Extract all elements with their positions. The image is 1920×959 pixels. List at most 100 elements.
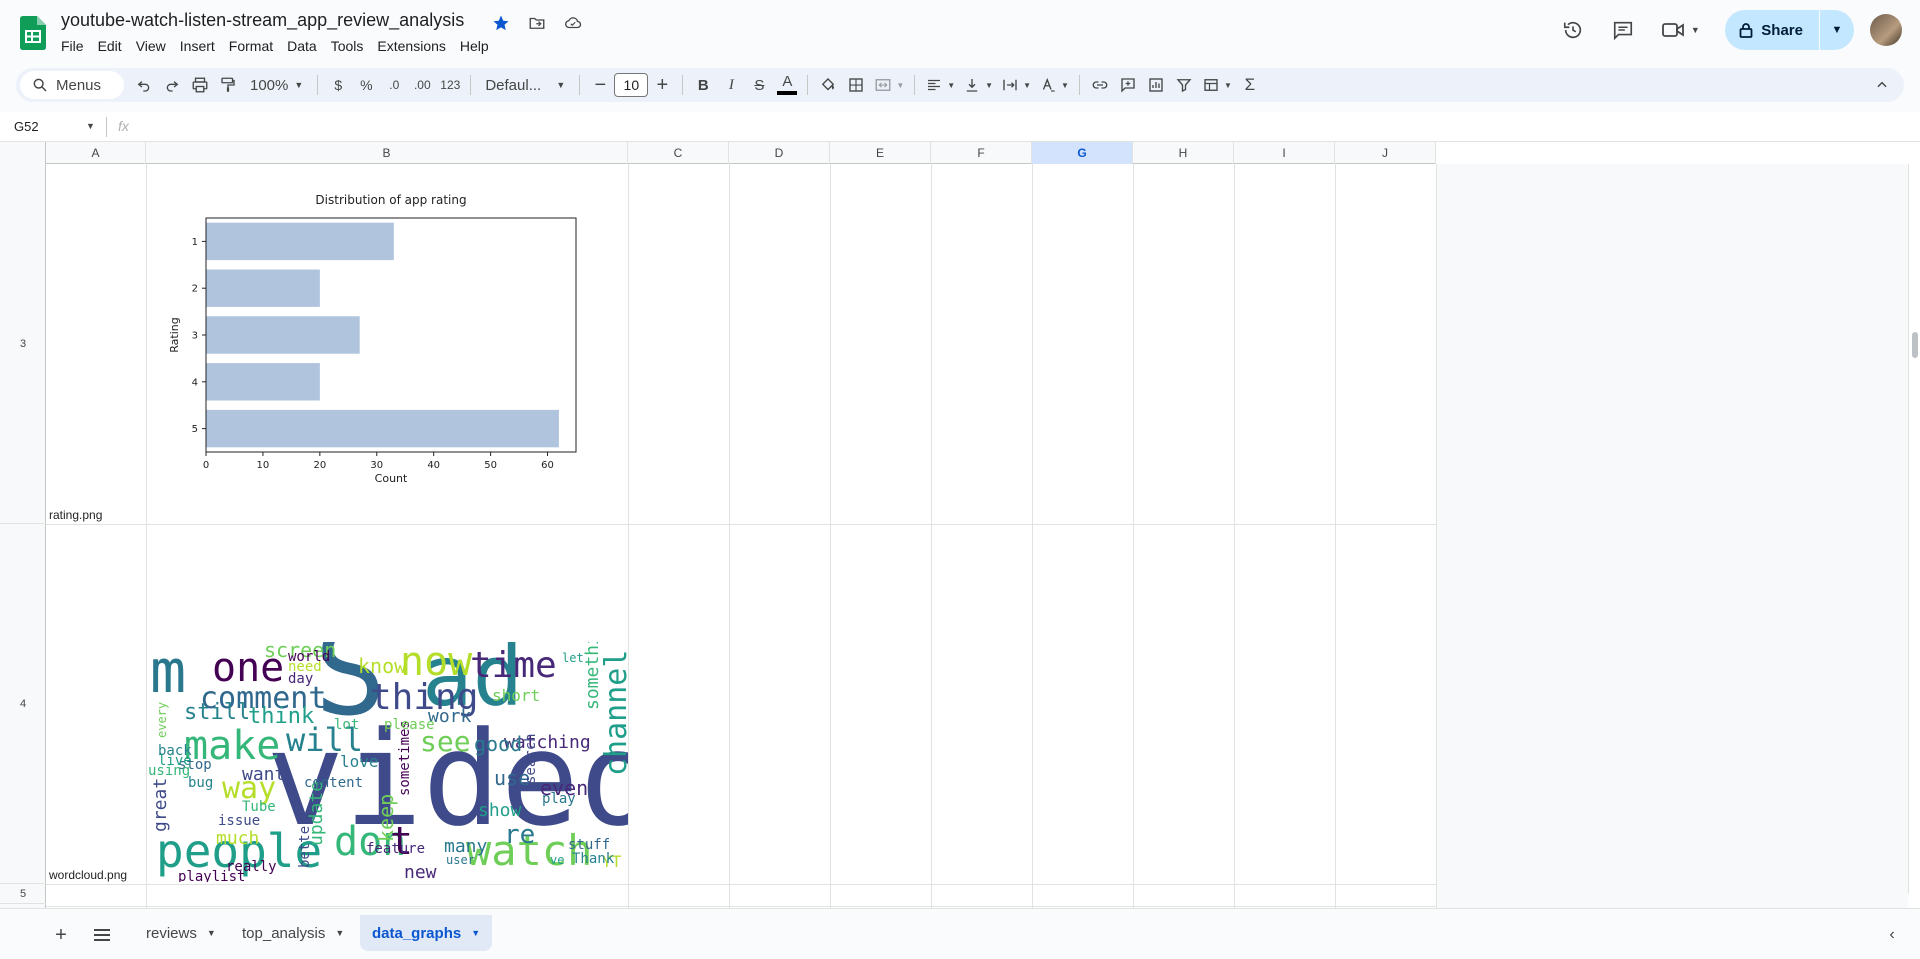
chart-bar: [206, 316, 360, 354]
fill-color-icon[interactable]: [814, 71, 842, 99]
wordcloud-word: bug: [188, 775, 214, 791]
rating-chart[interactable]: Distribution of app rating123450 10 20 30 40…: [158, 186, 594, 486]
menu-file[interactable]: File: [54, 36, 91, 56]
column-header-h[interactable]: H: [1133, 142, 1234, 164]
column-header-a[interactable]: A: [46, 142, 146, 164]
menu-format[interactable]: Format: [222, 36, 280, 56]
add-sheet-button[interactable]: +: [47, 921, 75, 949]
filter-icon[interactable]: [1170, 71, 1198, 99]
chevron-down-icon[interactable]: ▼: [86, 121, 95, 131]
paint-format-icon[interactable]: [214, 71, 242, 99]
avatar[interactable]: [1870, 14, 1902, 46]
cell-a4[interactable]: wordcloud.png: [49, 868, 127, 882]
menu-insert[interactable]: Insert: [173, 36, 222, 56]
column-header-f[interactable]: F: [931, 142, 1032, 164]
menu-view[interactable]: View: [129, 36, 173, 56]
gridline: [729, 164, 730, 908]
font-family-select[interactable]: Defaul... ▼: [477, 71, 573, 99]
print-icon[interactable]: [186, 71, 214, 99]
text-rotation-icon[interactable]: ▼: [1035, 71, 1073, 99]
borders-icon[interactable]: [842, 71, 870, 99]
formula-input[interactable]: [150, 118, 1850, 136]
comments-icon[interactable]: [1603, 10, 1643, 50]
menu-data[interactable]: Data: [280, 36, 324, 56]
insert-comment-icon[interactable]: [1114, 71, 1142, 99]
row-header-3[interactable]: 3: [0, 164, 46, 524]
share-button[interactable]: Share: [1725, 10, 1819, 50]
text-wrapping-icon[interactable]: ▼: [997, 71, 1035, 99]
column-header-i[interactable]: I: [1234, 142, 1335, 164]
chart-bar: [206, 269, 320, 307]
menu-extensions[interactable]: Extensions: [370, 36, 452, 56]
insert-link-icon[interactable]: [1086, 71, 1114, 99]
vertical-scrollbar[interactable]: [1908, 164, 1920, 894]
increase-decimal-button[interactable]: .00: [408, 71, 436, 99]
functions-icon[interactable]: Σ: [1236, 71, 1264, 99]
italic-button[interactable]: I: [717, 71, 745, 99]
undo-icon[interactable]: [130, 71, 158, 99]
sheet-tab-label: top_analysis: [242, 924, 326, 942]
decrease-decimal-button[interactable]: .0: [380, 71, 408, 99]
format-currency-button[interactable]: $: [324, 71, 352, 99]
column-header-j[interactable]: J: [1335, 142, 1436, 164]
increase-font-size-button[interactable]: +: [648, 71, 676, 99]
sheet-tab-reviews[interactable]: reviews ▼: [134, 915, 228, 951]
fx-icon: fx: [118, 118, 129, 134]
star-icon[interactable]: [490, 12, 512, 34]
wordcloud-word: m: [150, 642, 187, 707]
row-header-4[interactable]: 4: [0, 524, 46, 884]
version-history-icon[interactable]: [1553, 10, 1593, 50]
horizontal-align-icon[interactable]: ▼: [921, 71, 959, 99]
all-sheets-button[interactable]: [88, 921, 116, 949]
more-formats-button[interactable]: 123: [436, 71, 464, 99]
decrease-font-size-button[interactable]: −: [586, 71, 614, 99]
scrollbar-thumb[interactable]: [1912, 332, 1918, 358]
menu-search[interactable]: Menus: [20, 71, 124, 99]
column-header-c[interactable]: C: [628, 142, 729, 164]
wordcloud-word: still: [184, 700, 251, 725]
cloud-saved-icon[interactable]: [562, 12, 584, 34]
redo-icon[interactable]: [158, 71, 186, 99]
filter-views-icon[interactable]: ▼: [1198, 71, 1236, 99]
sheets-logo-icon[interactable]: [20, 16, 46, 50]
wordcloud-word: time: [470, 645, 557, 686]
search-icon: [33, 78, 47, 92]
collapse-sidepanel-icon[interactable]: ‹: [1878, 921, 1906, 949]
sheet-tab-data-graphs[interactable]: data_graphs ▼: [360, 915, 493, 951]
merge-cells-icon[interactable]: ▼: [870, 71, 908, 99]
insert-chart-icon[interactable]: [1142, 71, 1170, 99]
strikethrough-button[interactable]: S: [745, 71, 773, 99]
document-title[interactable]: youtube-watch-listen-stream_app_review_a…: [61, 10, 464, 31]
sheet-tab-bar: + reviews ▼ top_analysis ▼ data_graphs ▼…: [0, 908, 1920, 959]
cell-a3[interactable]: rating.png: [49, 508, 102, 522]
spreadsheet-grid: A B C D E F G H I J 3 4 5 rating.png wor…: [0, 142, 1920, 908]
column-header-b[interactable]: B: [146, 142, 628, 164]
column-header-d[interactable]: D: [729, 142, 830, 164]
format-percent-button[interactable]: %: [352, 71, 380, 99]
move-to-folder-icon[interactable]: [526, 12, 548, 34]
menu-tools[interactable]: Tools: [324, 36, 371, 56]
wordcloud-word: want: [242, 764, 286, 785]
collapse-toolbar-icon[interactable]: [1868, 71, 1896, 99]
share-dropdown-button[interactable]: ▼: [1820, 10, 1854, 50]
chart-bar: [206, 409, 559, 448]
wordcloud-word: ve: [550, 853, 565, 867]
select-all-corner[interactable]: [0, 142, 46, 164]
column-header-e[interactable]: E: [830, 142, 931, 164]
row-header-5[interactable]: 5: [0, 884, 46, 904]
vertical-align-icon[interactable]: ▼: [959, 71, 997, 99]
wordcloud-image[interactable]: video Sad people make watch now time one m thing c…: [148, 642, 628, 882]
meet-video-icon[interactable]: ▼: [1653, 10, 1707, 50]
name-box[interactable]: G52: [14, 119, 39, 134]
font-size-input[interactable]: 10: [614, 73, 649, 97]
bold-button[interactable]: B: [689, 71, 717, 99]
wordcloud-word: something: [582, 642, 603, 710]
zoom-select[interactable]: 100% ▼: [242, 71, 311, 99]
column-header-g[interactable]: G: [1032, 142, 1133, 164]
menu-edit[interactable]: Edit: [91, 36, 129, 56]
menu-help[interactable]: Help: [453, 36, 496, 56]
sheet-tab-top-analysis[interactable]: top_analysis ▼: [230, 915, 356, 951]
text-color-button[interactable]: A: [773, 71, 801, 99]
x-axis-label: Count: [375, 472, 408, 485]
wordcloud-word: please: [384, 717, 435, 733]
